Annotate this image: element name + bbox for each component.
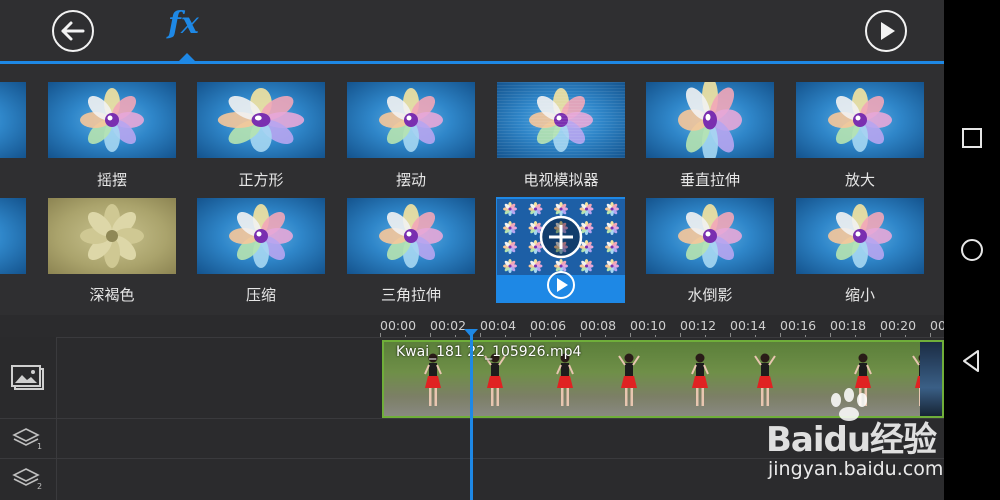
- effect-thumbnail: [796, 82, 924, 158]
- flower-preview-icon: [678, 204, 742, 268]
- square-recents-icon: [962, 128, 982, 148]
- effect-thumbnail: [0, 198, 26, 274]
- dancer-figure: [424, 353, 442, 406]
- flower-preview-icon: [497, 82, 625, 158]
- back-button[interactable]: [52, 10, 94, 52]
- effect-tile[interactable]: [347, 82, 475, 158]
- layer-number: 2: [37, 482, 43, 491]
- effect-tile[interactable]: [48, 198, 176, 274]
- dancer-figure: [484, 353, 506, 406]
- effect-thumbnail: [497, 82, 625, 158]
- effect-tile[interactable]: [796, 198, 924, 274]
- effect-tile[interactable]: [497, 82, 625, 158]
- track-header: 1 2: [0, 337, 57, 500]
- arrow-left-icon: [61, 21, 85, 41]
- play-button[interactable]: [865, 10, 907, 52]
- effect-thumbnail: [48, 198, 176, 274]
- effect-tile[interactable]: [347, 198, 475, 274]
- home-button[interactable]: [958, 236, 986, 264]
- dancer-figure: [556, 353, 574, 406]
- system-nav-bar: [944, 0, 1000, 500]
- time-tick-label: 00:12: [680, 318, 717, 333]
- effect-label: 垂直拉伸: [679, 171, 740, 189]
- effect-thumbnail: [796, 198, 924, 274]
- effect-thumbnail: [347, 198, 475, 274]
- play-icon: [881, 22, 895, 40]
- layer-track-2-header[interactable]: 2: [0, 458, 56, 500]
- effect-tile[interactable]: [0, 198, 26, 274]
- tab-fx[interactable]: fx: [168, 6, 199, 41]
- play-circle-icon[interactable]: [546, 270, 576, 300]
- image-track-icon: [11, 365, 44, 390]
- time-tick-label: 00:20: [880, 318, 917, 333]
- triangle-back-icon: [963, 350, 979, 372]
- effect-tile[interactable]: [197, 82, 325, 158]
- effect-tile[interactable]: [497, 199, 625, 275]
- time-tick-label: 00:16: [780, 318, 817, 333]
- effect-thumbnail: [0, 82, 26, 158]
- effect-label: 电视模拟器: [523, 171, 599, 189]
- flower-preview-icon: [828, 204, 892, 268]
- layer-track-1-header[interactable]: 1: [0, 418, 56, 459]
- flower-preview-icon: [80, 204, 144, 268]
- time-tick-label: 00:08: [580, 318, 617, 333]
- top-bar: fx: [0, 0, 944, 64]
- watermark: Baidu经验 jingyan.baidu.com: [758, 388, 944, 498]
- effect-label: 摆动: [395, 171, 426, 189]
- layer-number: 1: [37, 442, 43, 451]
- video-track-header[interactable]: [0, 337, 56, 419]
- time-tick-label: 00:04: [480, 318, 517, 333]
- plus-circle-icon[interactable]: [497, 199, 625, 275]
- time-tick-label: 00:02: [430, 318, 467, 333]
- effect-tile[interactable]: [646, 82, 774, 158]
- flower-preview-icon: [0, 82, 26, 158]
- effect-label: 三角拉伸: [380, 286, 441, 304]
- effect-label: 缩小: [844, 286, 875, 304]
- circle-home-icon: [961, 239, 983, 261]
- effect-label: 摇摆: [96, 171, 127, 189]
- flower-preview-icon: [229, 204, 293, 268]
- flower-preview-icon: [0, 198, 26, 274]
- flower-preview-icon: [217, 88, 305, 152]
- effect-label: 放大: [844, 171, 875, 189]
- flower-preview-icon: [678, 82, 742, 158]
- effect-thumbnail: [197, 198, 325, 274]
- flower-preview-icon: [80, 88, 144, 152]
- playhead[interactable]: [470, 333, 473, 500]
- effect-label: 水倒影: [687, 286, 733, 304]
- track-divider: [56, 337, 944, 338]
- effect-label: 压缩: [245, 286, 276, 304]
- time-tick-label: 00:00: [380, 318, 417, 333]
- effect-thumbnail: [347, 82, 475, 158]
- effect-tile[interactable]: [0, 82, 26, 158]
- back-nav-button[interactable]: [958, 347, 986, 375]
- effect-tile[interactable]: [646, 198, 774, 274]
- effect-tile[interactable]: [48, 82, 176, 158]
- time-tick-label: 00:06: [530, 318, 567, 333]
- effect-thumbnail: [646, 198, 774, 274]
- flower-preview-icon: [379, 204, 443, 268]
- recents-button[interactable]: [958, 124, 986, 152]
- time-tick-label: 00:: [930, 318, 944, 333]
- time-tick-label: 00:10: [630, 318, 667, 333]
- effect-label: 正方形: [238, 171, 284, 189]
- time-tick-label: 00:14: [730, 318, 767, 333]
- effect-tile[interactable]: [197, 198, 325, 274]
- clip-filename: Kwai_181 22_105926.mp4: [396, 344, 582, 360]
- video-editor-app: fx 摇摆 正方形 摆动 电视模拟器 垂直拉伸 放大 深褐色 压缩 三角拉伸 水倒影 缩小 00:0…: [0, 0, 944, 500]
- dancer-figure: [618, 353, 640, 406]
- effect-thumbnail: [48, 82, 176, 158]
- effect-tile[interactable]: [796, 82, 924, 158]
- flower-preview-icon: [379, 88, 443, 152]
- effect-thumbnail: [646, 82, 774, 158]
- accent-divider: [0, 61, 944, 64]
- dancer-figure: [691, 353, 709, 406]
- watermark-url: jingyan.baidu.com: [768, 458, 944, 480]
- watermark-logo: Baidu经验: [766, 420, 937, 460]
- effect-label: 深褐色: [89, 286, 135, 304]
- flower-preview-icon: [828, 88, 892, 152]
- time-tick-label: 00:18: [830, 318, 867, 333]
- effect-thumbnail: [197, 82, 325, 158]
